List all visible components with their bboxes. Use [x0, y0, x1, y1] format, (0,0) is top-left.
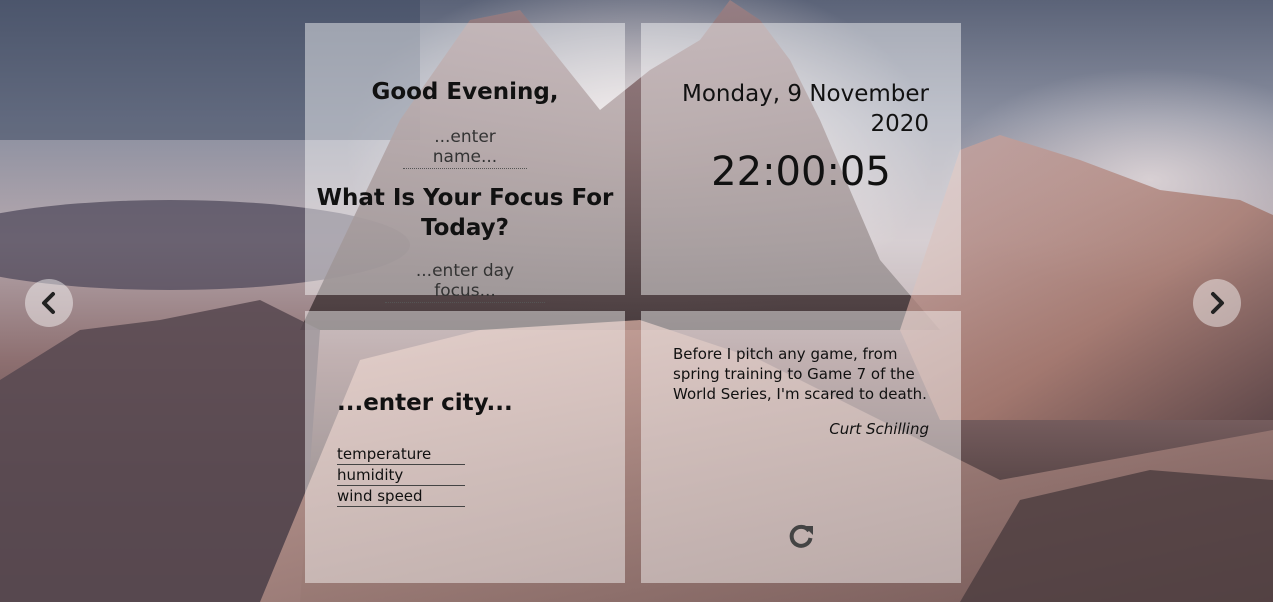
- humidity-field: humidity: [337, 466, 465, 486]
- name-input[interactable]: ...enter name...: [403, 127, 527, 169]
- greeting-text: Good Evening,: [371, 79, 559, 105]
- refresh-quote-button[interactable]: [787, 522, 815, 550]
- date-text: Monday, 9 November 2020: [681, 81, 929, 137]
- quote-author: Curt Schilling: [829, 420, 929, 438]
- chevron-right-icon: [1211, 292, 1224, 314]
- previous-background-button[interactable]: [25, 279, 73, 327]
- next-background-button[interactable]: [1193, 279, 1241, 327]
- mountain-background: [0, 0, 1273, 602]
- greeting-panel: Good Evening, ...enter name... What Is Y…: [305, 23, 625, 303]
- focus-input[interactable]: ...enter day focus...: [385, 261, 545, 303]
- datetime-panel: Monday, 9 November 2020 22:00:05: [641, 23, 961, 295]
- weather-panel: ...enter city... temperature humidity wi…: [305, 311, 625, 583]
- chevron-left-icon: [42, 292, 55, 314]
- wind-speed-field: wind speed: [337, 487, 465, 507]
- focus-question: What Is Your Focus For Today?: [316, 185, 614, 241]
- dashboard-page: Good Evening, ...enter name... What Is Y…: [0, 0, 1273, 602]
- temperature-field: temperature: [337, 445, 465, 465]
- refresh-icon: [789, 524, 813, 548]
- quote-panel: Before I pitch any game, from spring tra…: [641, 311, 961, 583]
- city-input[interactable]: ...enter city...: [337, 390, 513, 416]
- clock-text: 22:00:05: [711, 149, 891, 195]
- quote-text: Before I pitch any game, from spring tra…: [673, 345, 927, 403]
